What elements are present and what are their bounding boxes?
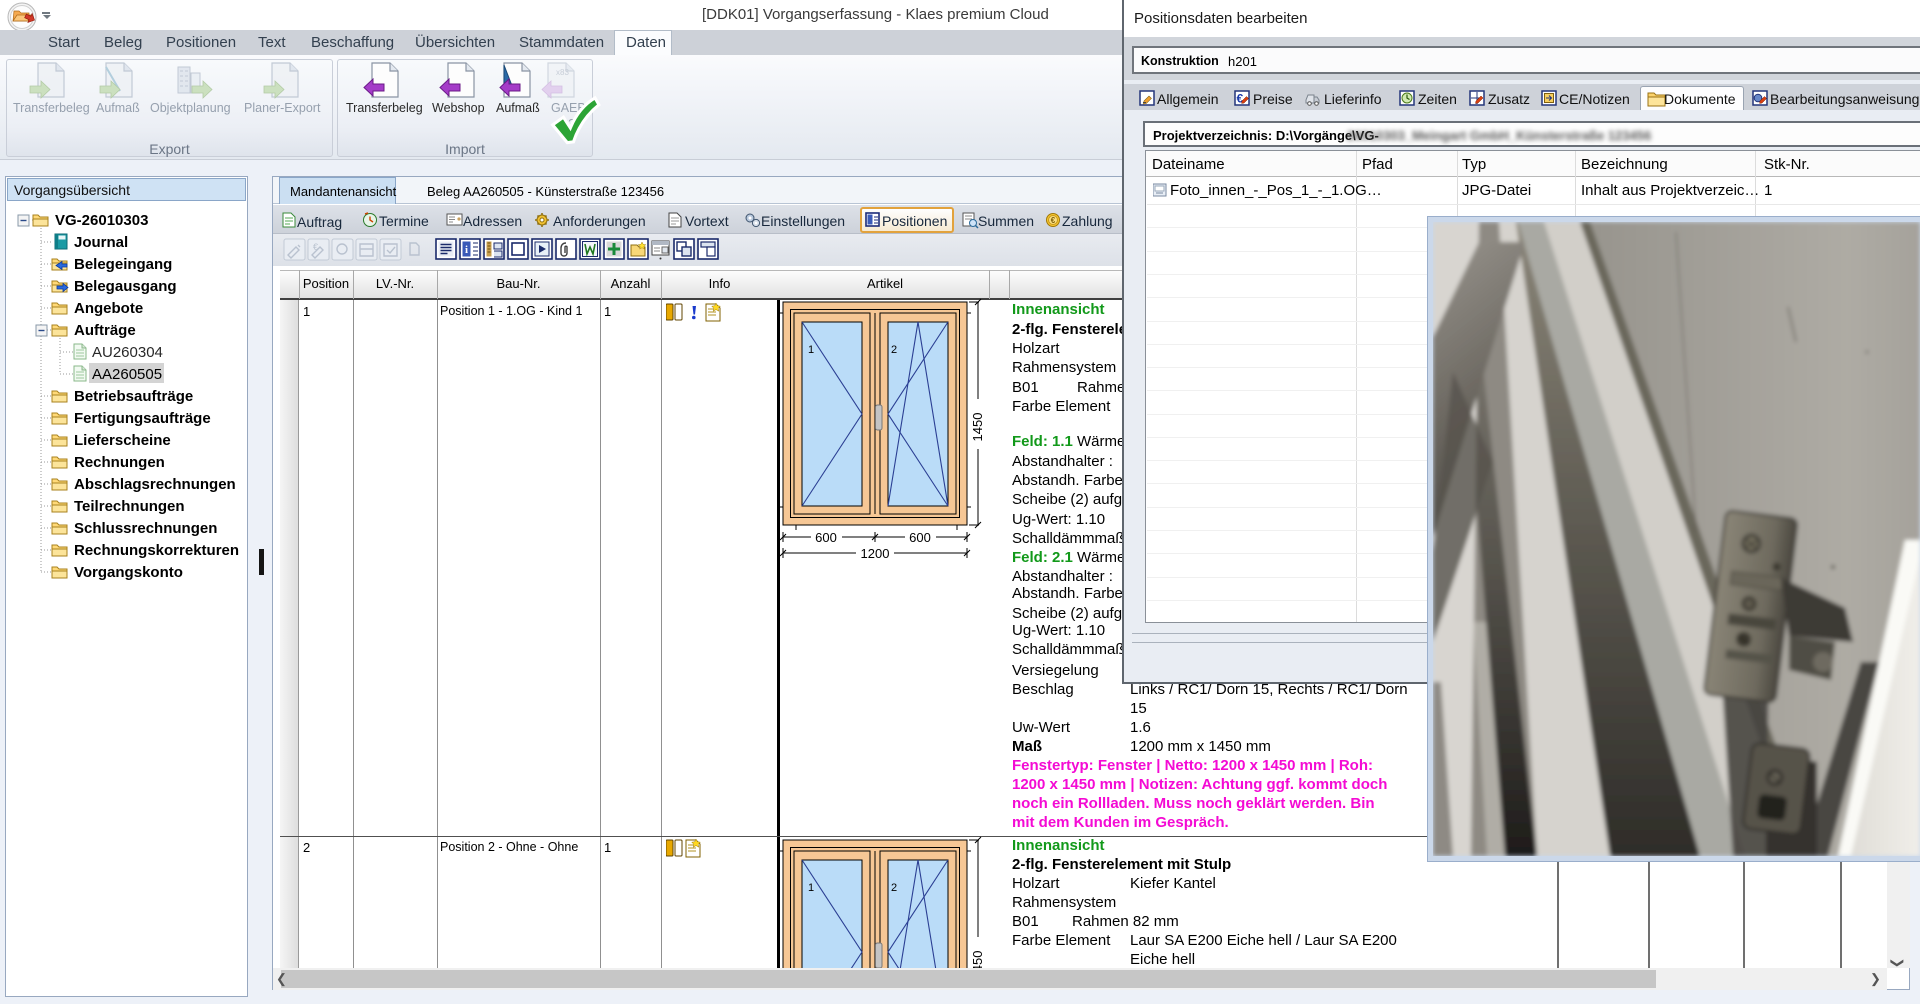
svg-text:i: i — [465, 244, 468, 256]
svg-text:€: € — [1051, 216, 1056, 225]
svg-text:€: € — [313, 242, 318, 252]
svg-text:x83: x83 — [556, 68, 569, 77]
